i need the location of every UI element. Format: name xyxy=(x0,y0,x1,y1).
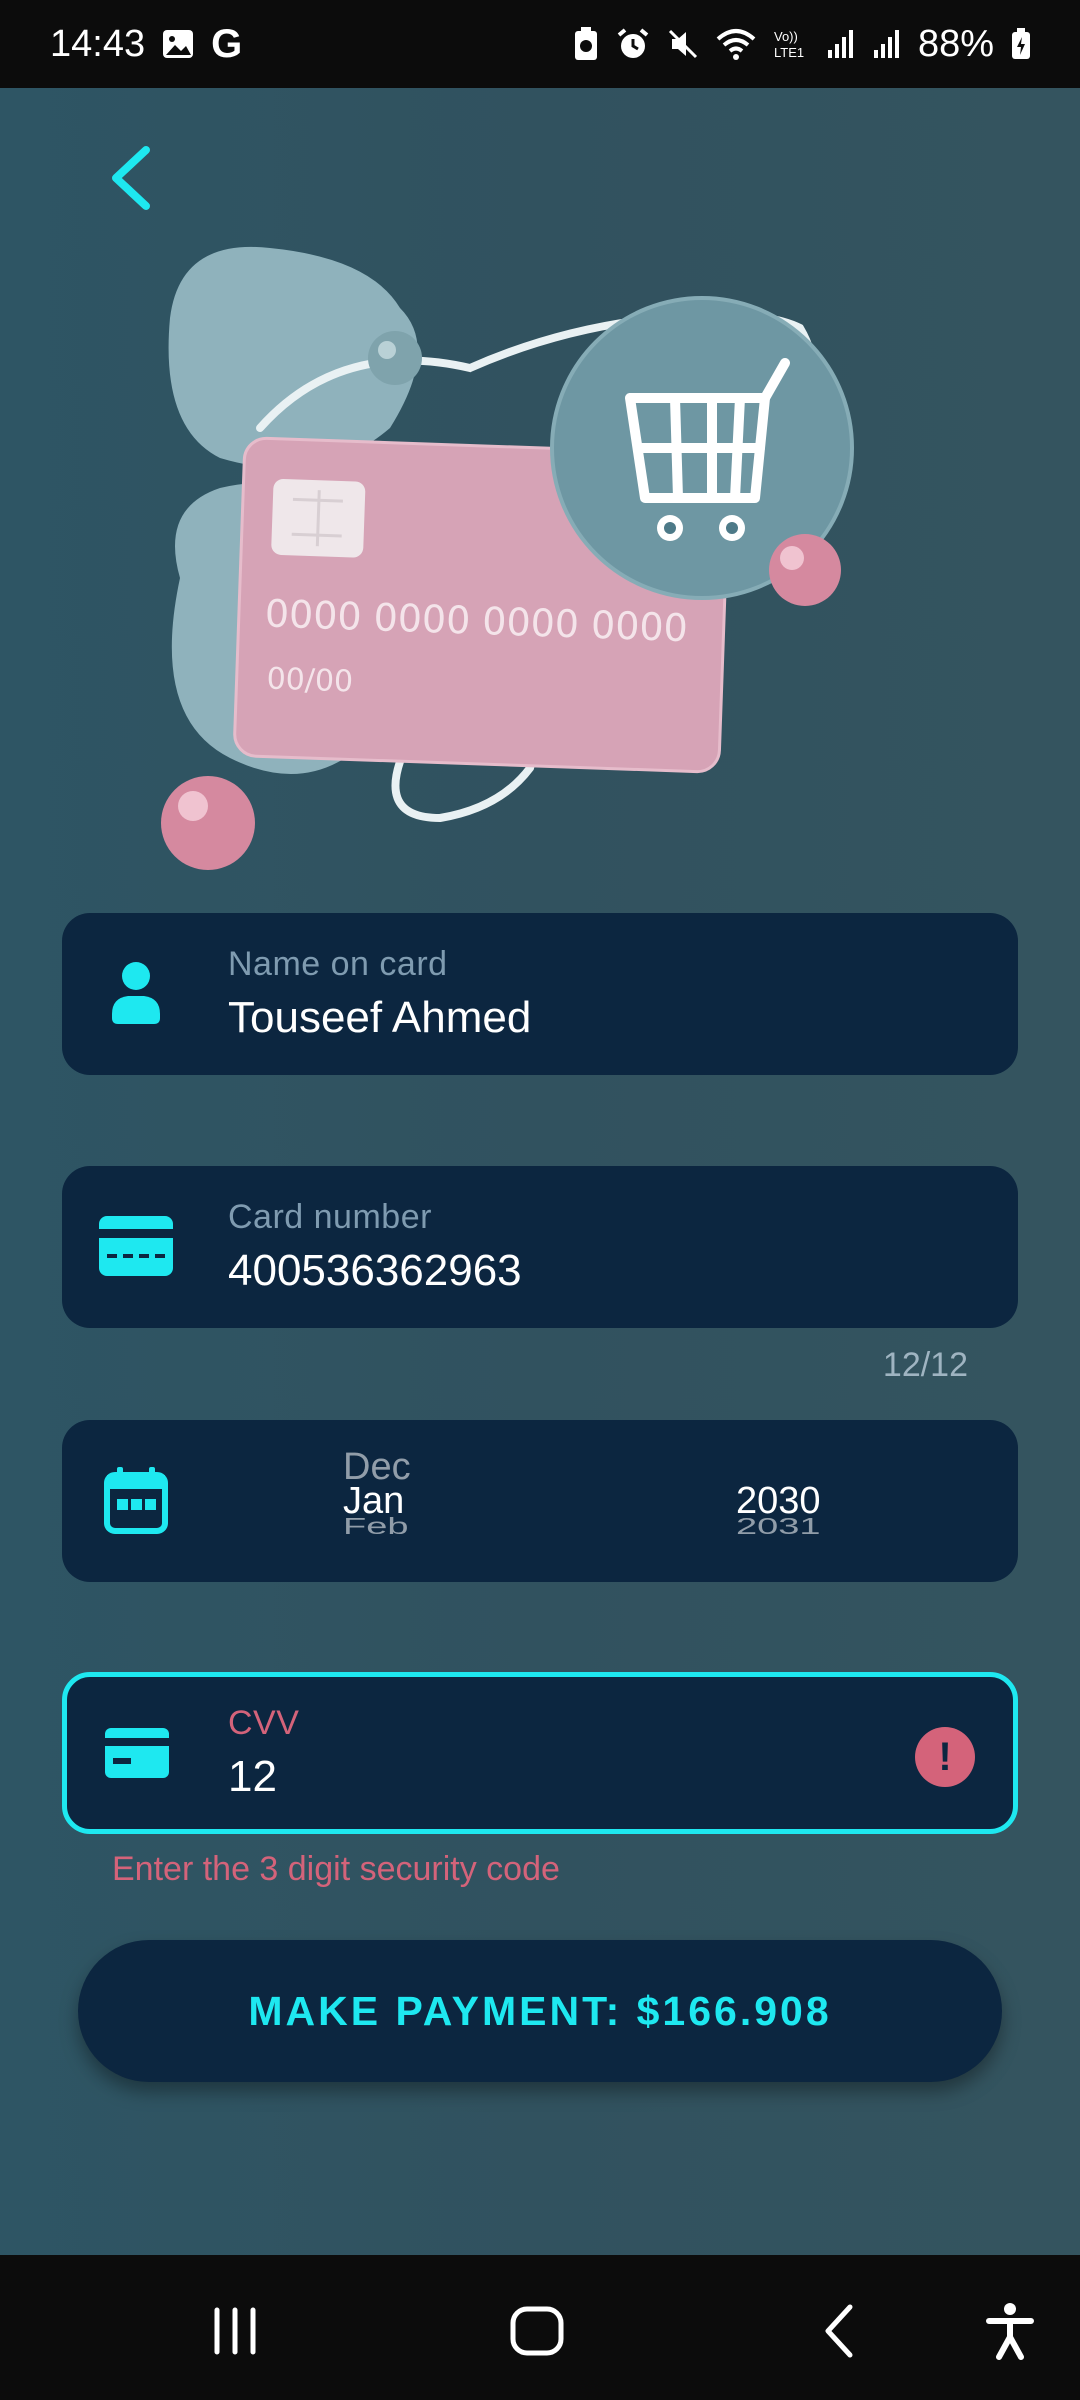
alarm-icon xyxy=(616,27,650,61)
name-field[interactable]: Name on card Touseef Ahmed xyxy=(62,913,1018,1075)
nav-back-button[interactable] xyxy=(800,2291,880,2371)
back-icon xyxy=(825,2304,853,2358)
navigation-bar xyxy=(0,2255,1080,2400)
signal-icon xyxy=(872,28,902,60)
accessibility-icon xyxy=(986,2303,1034,2360)
name-field-value: Touseef Ahmed xyxy=(228,993,532,1042)
mute-icon xyxy=(666,27,700,61)
home-button[interactable] xyxy=(497,2291,577,2371)
recent-apps-button[interactable] xyxy=(195,2291,275,2371)
accessibility-button[interactable] xyxy=(970,2291,1050,2371)
card-number-value: 400536362963 xyxy=(228,1246,522,1295)
cvv-field[interactable]: CVV 12 ! xyxy=(62,1672,1018,1834)
battery-percent: 88% xyxy=(917,22,994,65)
credit-card-icon xyxy=(96,1206,176,1286)
hero-illustration: 0000 0000 0000 0000 00/00 xyxy=(140,198,940,918)
person-icon xyxy=(96,953,176,1033)
card-number-label: Card number xyxy=(228,1198,432,1236)
google-icon: G xyxy=(211,21,243,66)
card-number-counter: 12/12 xyxy=(882,1346,968,1384)
card-number-field[interactable]: Card number 400536362963 xyxy=(62,1166,1018,1328)
battery-icon xyxy=(1010,27,1032,61)
calendar-icon xyxy=(96,1460,176,1540)
battery-saver-icon xyxy=(572,26,600,62)
expiry-date-picker[interactable]: Dec Jan Feb 2030 2031 xyxy=(62,1420,1018,1582)
payment-screen: 0000 0000 0000 0000 00/00 Name on card T… xyxy=(0,88,1080,2255)
svg-text:Vo)): Vo)) xyxy=(774,29,798,44)
wifi-icon xyxy=(716,27,756,61)
image-icon xyxy=(161,27,195,61)
cvv-value: 12 xyxy=(228,1752,277,1801)
name-field-label: Name on card xyxy=(228,945,448,983)
year-option[interactable]: 2031 xyxy=(736,1514,821,1540)
home-icon xyxy=(510,2306,564,2356)
cvv-error-message: Enter the 3 digit security code xyxy=(112,1850,560,1888)
svg-text:LTE1: LTE1 xyxy=(774,45,804,60)
status-time: 14:43 xyxy=(50,22,146,65)
make-payment-button[interactable]: MAKE PAYMENT: $166.908 xyxy=(78,1940,1002,2082)
status-bar: 14:43 G Vo)) LTE1 88% xyxy=(0,0,1080,88)
cvv-label: CVV xyxy=(228,1704,300,1742)
volte-icon: Vo)) LTE1 xyxy=(772,27,810,61)
signal-icon xyxy=(826,28,856,60)
hero-card-expiry: 00/00 xyxy=(266,662,354,700)
credit-card-icon xyxy=(97,1713,177,1793)
month-option[interactable]: Feb xyxy=(343,1514,408,1540)
error-icon: ! xyxy=(915,1727,975,1787)
recent-apps-icon xyxy=(214,2307,256,2355)
